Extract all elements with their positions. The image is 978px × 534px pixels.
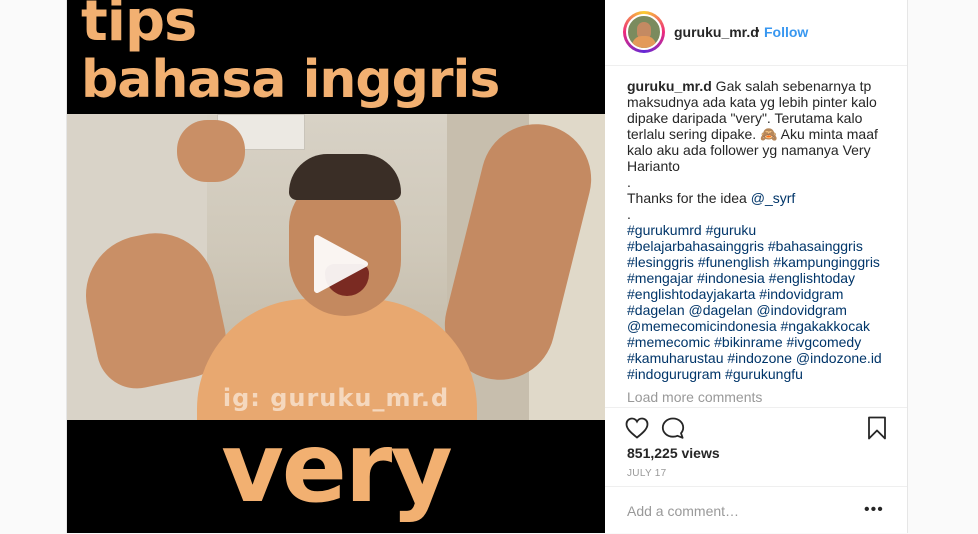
hashtag-line[interactable]: #mengajar #indonesia #englishtoday — [627, 270, 889, 286]
hashtag-line[interactable]: #dagelan @dagelan @indovidgram — [627, 302, 889, 318]
hashtag-line[interactable]: #indogurugram #gurukungfu — [627, 366, 889, 382]
hashtag-line[interactable]: #lesinggris #funenglish #kampunginggris — [627, 254, 889, 270]
mention-link[interactable]: @_syrf — [751, 190, 796, 206]
more-options-button[interactable]: ••• — [864, 501, 884, 519]
speech-bubble-icon — [661, 417, 685, 439]
caption-line: guruku_mr.d Gak salah sebenarnya tp — [627, 78, 872, 94]
heart-icon — [625, 417, 649, 439]
play-button[interactable] — [307, 232, 371, 296]
play-icon — [314, 235, 368, 293]
caption-line: . — [627, 174, 631, 190]
follow-button[interactable]: Follow — [764, 24, 808, 40]
overlay-line-tips: tips — [81, 0, 197, 54]
hashtag-line[interactable]: #englishtodayjakarta #indovidgram — [627, 286, 889, 302]
video-title-overlay: tips bahasa inggris — [81, 0, 500, 110]
comment-bar: ••• — [605, 486, 907, 534]
like-button[interactable] — [625, 417, 649, 444]
save-button[interactable] — [867, 416, 887, 445]
post: tips bahasa inggris ig: guruku_mr.d very — [66, 0, 908, 533]
hashtag-line[interactable]: @memecomicindonesia #ngakakkocak — [627, 318, 889, 334]
post-caption: guruku_mr.d Gak salah sebenarnya tp maks… — [627, 78, 889, 382]
header-separator: • — [755, 23, 760, 38]
post-date[interactable]: JULY 17 — [627, 468, 667, 479]
bookmark-icon — [868, 416, 886, 440]
caption-line: terlalu sering dipake. 🙈 Aku minta maaf — [627, 126, 878, 142]
caption-username[interactable]: guruku_mr.d — [627, 78, 712, 94]
caption-line: kalo aku ada follower yg namanya Very — [627, 142, 871, 158]
load-more-comments-button[interactable]: Load more comments — [627, 389, 762, 405]
comment-input[interactable] — [625, 499, 859, 523]
comment-button[interactable] — [661, 417, 685, 444]
avatar[interactable] — [626, 14, 662, 50]
video-player[interactable]: tips bahasa inggris ig: guruku_mr.d very — [67, 0, 605, 533]
post-sidebar: guruku_mr.d • Follow guruku_mr.d Gak sal… — [605, 0, 907, 533]
view-count[interactable]: 851,225 views — [627, 445, 720, 461]
hashtag-line[interactable]: #memecomic #bikinrame #ivgcomedy — [627, 334, 889, 350]
caption-line: Harianto — [627, 158, 680, 174]
hashtag-line[interactable]: #kamuharustau #indozone @indozone.id — [627, 350, 889, 366]
caption-line: . — [627, 206, 631, 222]
caption-line: maksudnya ada kata yg lebih pinter kalo — [627, 94, 877, 110]
hashtag-line[interactable]: #belajarbahasainggris #bahasainggris — [627, 238, 889, 254]
overlay-word-very: very — [221, 412, 453, 524]
fist-left — [177, 120, 245, 182]
action-bar — [605, 407, 907, 448]
username-link[interactable]: guruku_mr.d — [674, 24, 759, 40]
hashtag-line[interactable]: #gurukumrd #guruku — [627, 222, 889, 238]
post-header: guruku_mr.d • Follow — [605, 0, 907, 66]
overlay-line-bahasa-inggris: bahasa inggris — [81, 50, 500, 110]
caption-line: dipake daripada "very". Terutama kalo — [627, 110, 863, 126]
video-watermark: ig: guruku_mr.d — [222, 384, 450, 412]
caption-line: Thanks for the idea @_syrf — [627, 190, 796, 206]
